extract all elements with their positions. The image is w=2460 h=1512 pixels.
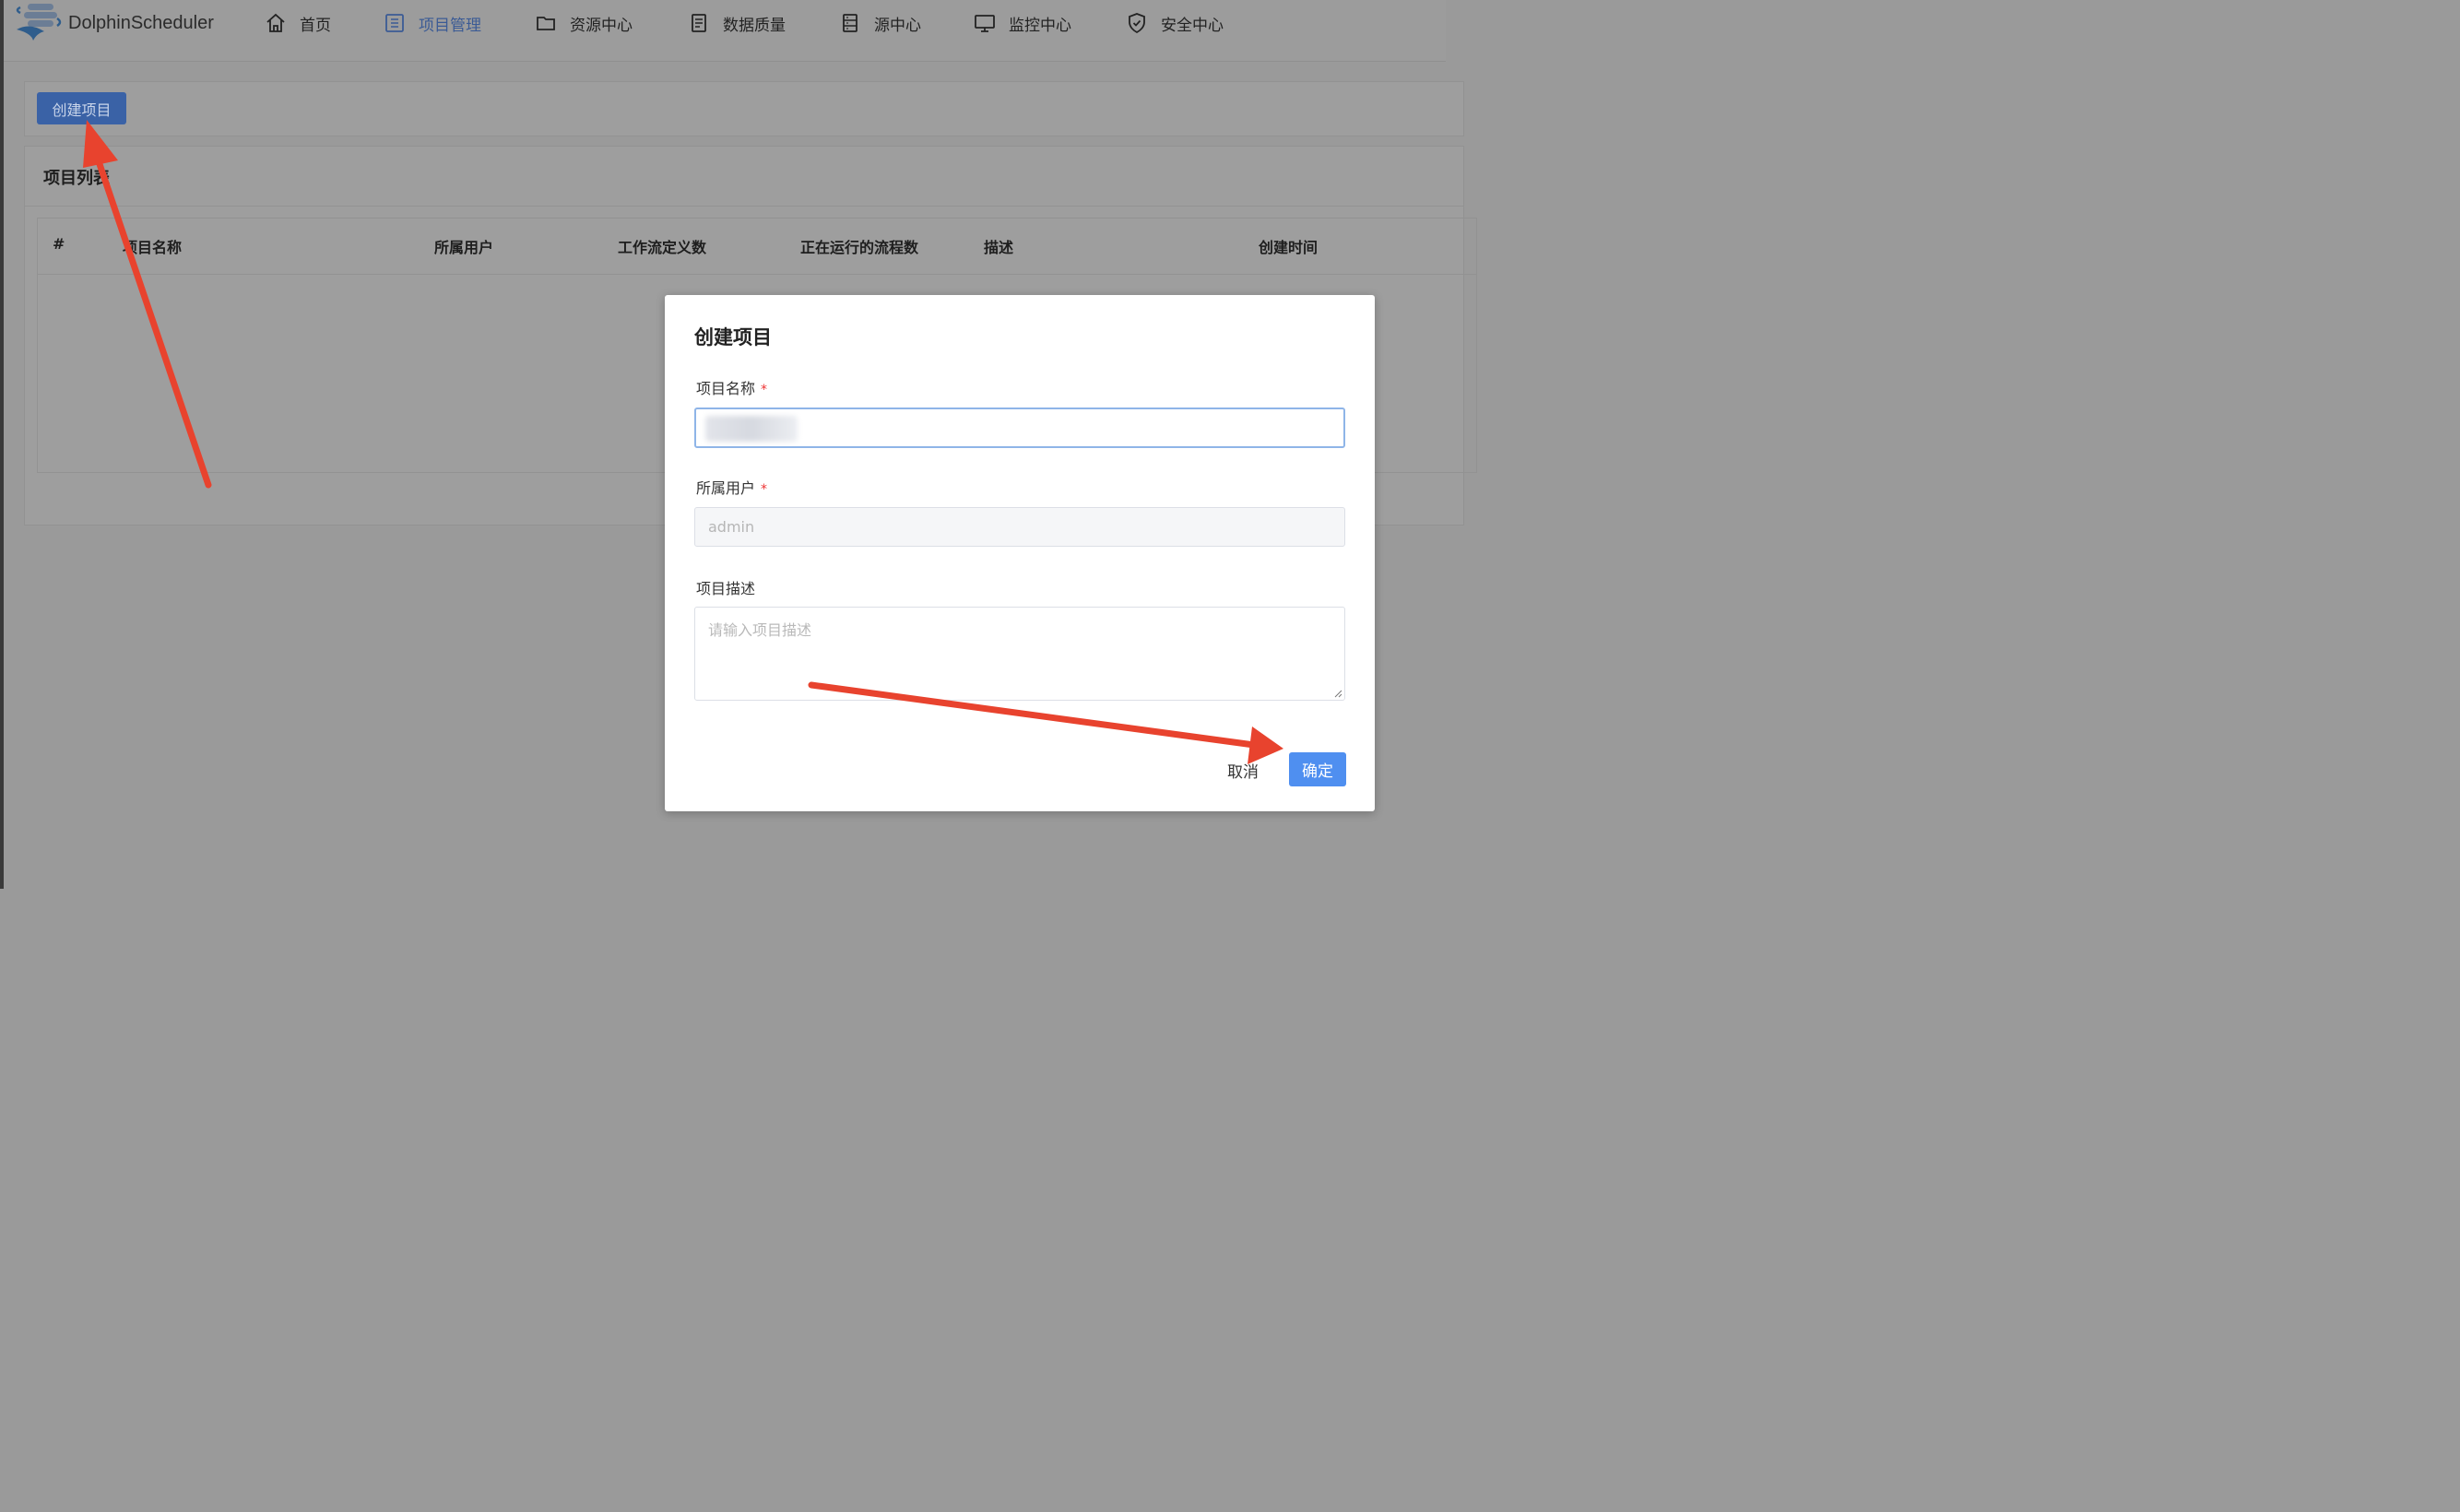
cancel-button[interactable]: 取消 [1227, 759, 1259, 782]
nav-data-quality[interactable]: 数据质量 [688, 7, 786, 39]
nav-datasource-label: 源中心 [874, 16, 921, 35]
divider [25, 206, 1463, 207]
project-list-title: 项目列表 [43, 169, 110, 188]
column-header-workflow-count: 工作流定义数 [618, 239, 707, 256]
document-check-icon [692, 14, 706, 32]
project-list-icon [385, 14, 404, 32]
owner-label-text: 所属用户 [696, 479, 756, 497]
confirm-button[interactable]: 确定 [1289, 752, 1346, 786]
home-icon [266, 13, 285, 32]
nav-security-label: 安全中心 [1161, 16, 1224, 35]
nav-home[interactable]: 首页 [265, 7, 331, 39]
nav-security[interactable]: 安全中心 [1126, 7, 1224, 39]
column-header-description: 描述 [984, 239, 1014, 256]
description-label: 项目描述 [696, 580, 756, 597]
server-icon [843, 14, 857, 32]
nav-monitor[interactable]: 监控中心 [974, 7, 1071, 39]
column-header-owner: 所属用户 [434, 239, 494, 256]
column-header-name: 项目名称 [123, 239, 183, 256]
project-name-label-text: 项目名称 [696, 380, 756, 397]
nav-projects[interactable]: 项目管理 [384, 7, 481, 39]
nav-datasource[interactable]: 源中心 [839, 7, 921, 39]
resize-handle-icon[interactable] [1333, 689, 1342, 698]
column-header-created-time: 创建时间 [1259, 239, 1319, 256]
window-edge [0, 0, 4, 889]
required-mark: * [761, 482, 768, 497]
nav-resources[interactable]: 资源中心 [535, 7, 633, 39]
create-project-dialog: 创建项目 项目名称 * 所属用户 * admin 项目描述 请输入项目描述 取消 确… [665, 295, 1375, 811]
redacted-project-name [705, 416, 798, 442]
project-name-input[interactable] [694, 408, 1345, 448]
owner-label: 所属用户 * [696, 476, 767, 498]
create-project-button[interactable]: 创建项目 [37, 92, 126, 124]
project-toolbar: 创建项目 [24, 81, 1464, 136]
top-navigation: DolphinScheduler 首页 项目管理 资源中心 数据质量 源中心 监… [4, 0, 1446, 62]
dialog-title: 创建项目 [694, 326, 772, 348]
project-name-label: 项目名称 * [696, 376, 767, 398]
monitor-icon [975, 15, 995, 32]
nav-monitor-label: 监控中心 [1009, 16, 1071, 35]
app-name: DolphinScheduler [68, 12, 214, 33]
owner-field[interactable]: admin [694, 507, 1345, 547]
description-placeholder: 请输入项目描述 [708, 621, 812, 639]
table-header: # 项目名称 所属用户 工作流定义数 正在运行的流程数 描述 创建时间 [38, 219, 1476, 275]
nav-projects-label: 项目管理 [419, 16, 481, 35]
column-header-index: # [53, 235, 65, 253]
nav-data-quality-label: 数据质量 [723, 16, 786, 35]
required-mark: * [761, 383, 768, 397]
shield-icon [1129, 13, 1145, 34]
nav-resources-label: 资源中心 [570, 16, 633, 35]
description-textarea[interactable]: 请输入项目描述 [694, 607, 1345, 701]
nav-home-label: 首页 [300, 16, 331, 35]
app-logo[interactable]: DolphinScheduler [11, 0, 214, 46]
folder-icon [537, 17, 555, 30]
column-header-running-count: 正在运行的流程数 [800, 239, 919, 256]
dolphin-logo-icon [16, 4, 62, 41]
